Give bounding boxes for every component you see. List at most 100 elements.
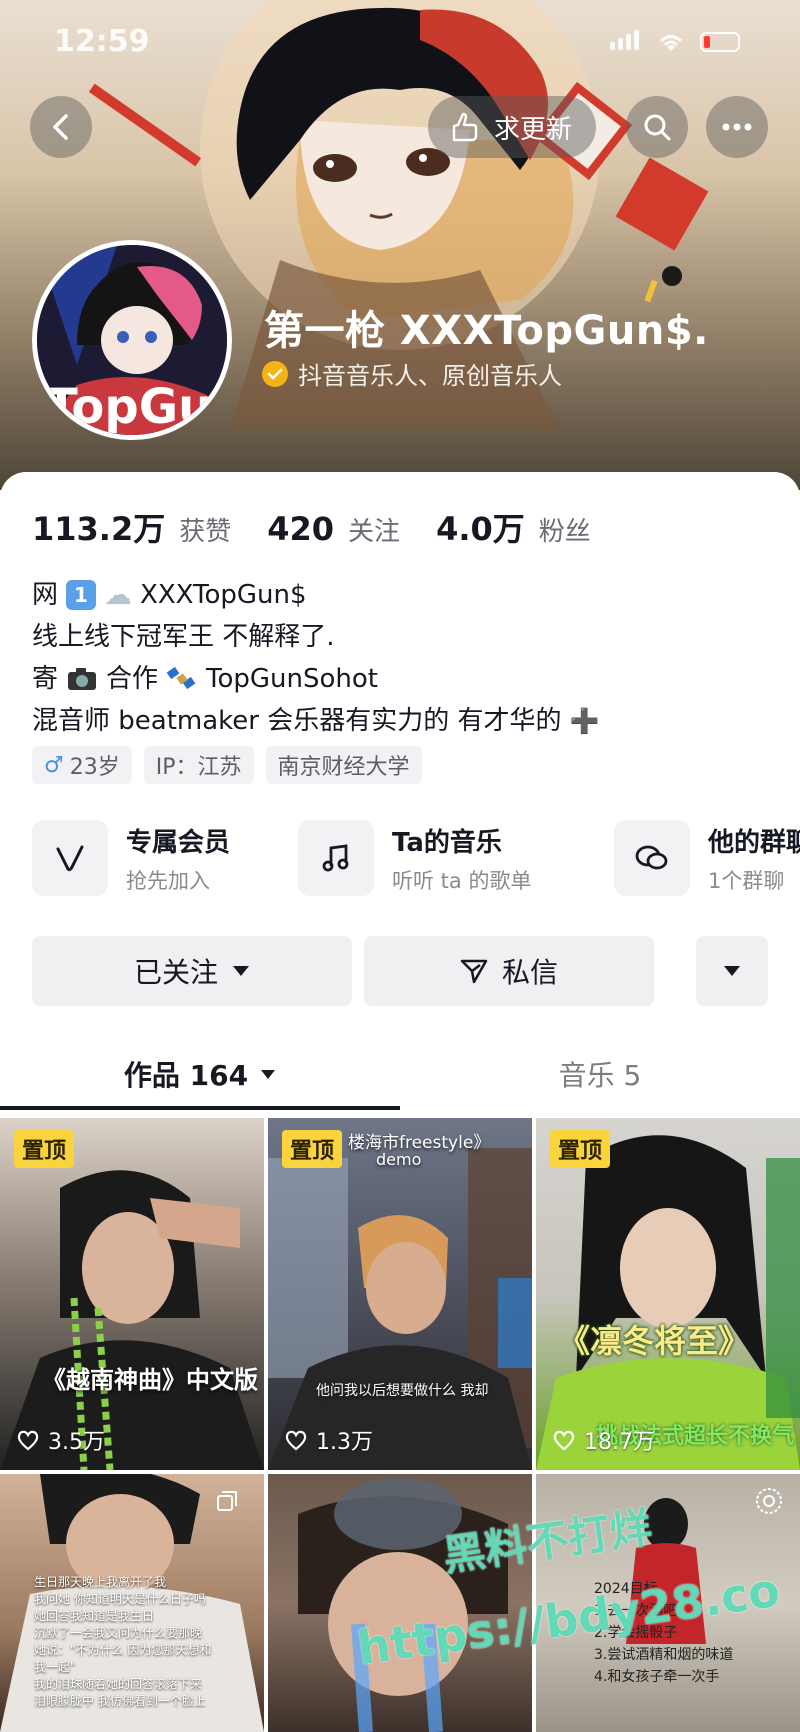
like-count-text: 1.3万: [316, 1430, 373, 1455]
followers-count[interactable]: 4.0万: [436, 504, 525, 550]
feature-group-chat[interactable]: 他的群聊 1个群聊: [614, 820, 800, 896]
status-bar: 12:59: [0, 0, 800, 86]
video-text-line: 4.和女孩子牵一次手: [594, 1669, 720, 1685]
video-text-line: 她说："不为什么 因为您那天想和: [34, 1643, 212, 1657]
wifi-icon: [659, 35, 683, 51]
avatar-image: TopGu: [37, 245, 227, 435]
video-text-block: 生日那天晚上我离开了我 我问她 你知道明天是什么日子吗 她回答我知道是我生日 沉…: [34, 1574, 211, 1710]
tab-underline: [0, 1106, 400, 1110]
feature-row: 专属会员 抢先加入 Ta的音乐 听听 ta 的歌单 他的群聊 1个群聊: [32, 820, 800, 904]
plus-icon: ➕: [569, 707, 600, 735]
pointing-hand-icon: [452, 112, 478, 142]
signal-icon: [610, 30, 642, 54]
bio: 网 1 ☁ XXXTopGun$ 线上线下冠军王 不解释了. 寄 合作 TopG…: [32, 574, 599, 742]
video-thumbnail[interactable]: 置顶 《凛冬将至》 挑战法式超长不换气 18.7万: [536, 1118, 800, 1470]
avatar[interactable]: TopGu: [32, 240, 232, 440]
satellite-icon: [166, 666, 196, 690]
chat-bubbles-icon: [614, 820, 690, 896]
music-note-icon: [298, 820, 374, 896]
like-count-text: 3.5万: [48, 1430, 105, 1455]
back-button[interactable]: [30, 96, 92, 158]
feature-member-subtitle: 抢先加入: [126, 868, 210, 893]
bio-line-2: 线上线下冠军王 不解释了.: [32, 622, 335, 652]
profile-tags: ♂ 23岁 IP：江苏 南京财经大学: [32, 746, 422, 784]
pinned-badge: 置顶: [550, 1130, 611, 1168]
message-button[interactable]: 私信: [364, 936, 654, 1006]
bio-send-text: 寄: [32, 664, 59, 694]
search-icon: [644, 114, 671, 141]
pinned-badge: 置顶: [14, 1130, 75, 1168]
stats-row: 113.2万 获赞 420 关注 4.0万 粉丝: [32, 504, 613, 550]
bio-skills: 混音师 beatmaker 会乐器有实力的 有才华的: [32, 706, 562, 736]
request-update-label: 求更新: [494, 114, 573, 145]
request-update-button[interactable]: 求更新: [428, 96, 597, 158]
video-caption: 《越南神曲》中文版: [42, 1366, 258, 1394]
bio-line-1: 网 1 ☁ XXXTopGun$: [32, 574, 599, 616]
feature-group-title: 他的群聊: [708, 827, 800, 858]
heart-icon: [285, 1430, 307, 1451]
feature-member-title: 专属会员: [126, 827, 231, 858]
video-frame: [0, 1170, 264, 1470]
ip-tag: IP：江苏: [143, 746, 254, 784]
search-button[interactable]: [626, 96, 688, 158]
video-thumbnail[interactable]: 置顶 《越南神曲》中文版 3.5万: [0, 1118, 264, 1470]
likes-label[interactable]: 获赞: [179, 511, 231, 548]
caret-down-icon: [724, 966, 740, 976]
profile-page: 12:59 求更新 TopGu 第一枪 XXXTopGun$. 抖音音乐人、原创…: [0, 0, 800, 1732]
chevron-left-icon: [53, 114, 68, 140]
verified-badge-icon: [262, 360, 288, 387]
video-thumbnail[interactable]: 生日那天晚上我离开了我 我问她 你知道明天是什么日子吗 她回答我知道是我生日 沉…: [0, 1474, 264, 1732]
battery-icon: [700, 32, 740, 52]
video-frame: [268, 1148, 532, 1470]
video-text-line: 我问她 你知道明天是什么日子吗: [34, 1592, 206, 1606]
followed-button[interactable]: 已关注: [32, 936, 352, 1006]
bio-collab-text: 合作: [106, 664, 159, 694]
status-time: 12:59: [54, 24, 150, 59]
more-actions-button[interactable]: [696, 936, 768, 1006]
bio-line-4: 混音师 beatmaker 会乐器有实力的 有才华的 ➕: [32, 700, 599, 742]
age-tag: ♂ 23岁: [32, 746, 132, 784]
like-count: 3.5万: [16, 1424, 105, 1456]
male-icon: ♂: [44, 752, 64, 778]
verified-text: 抖音音乐人、原创音乐人: [298, 362, 562, 390]
following-count[interactable]: 420: [267, 510, 334, 548]
followed-label: 已关注: [133, 956, 218, 989]
bio-handle: XXXTopGun$: [140, 580, 307, 610]
keycap-one-icon: 1: [66, 580, 97, 610]
video-subtitle: 他问我以后想要做什么 我却: [316, 1383, 489, 1399]
age-text: 23岁: [69, 755, 120, 780]
video-text-line: 泪眼朦胧中 我仿佛看到一个脸上: [34, 1694, 206, 1708]
more-dots-icon: [722, 123, 752, 131]
profile-banner: 12:59 求更新 TopGu 第一枪 XXXTopGun$. 抖音音乐人、原创…: [0, 0, 800, 490]
message-label: 私信: [501, 956, 558, 989]
live-photo-icon: [756, 1488, 782, 1514]
pinned-badge: 置顶: [282, 1130, 343, 1168]
video-text-line: 她回答我知道是我生日: [34, 1609, 155, 1623]
bio-line-3: 寄 合作 TopGunSohot: [32, 658, 599, 700]
tab-music-label: 音乐 5: [558, 1059, 642, 1092]
feature-music[interactable]: Ta的音乐 听听 ta 的歌单: [298, 820, 531, 896]
heart-icon: [553, 1430, 575, 1451]
tab-music[interactable]: 音乐 5: [400, 1038, 800, 1110]
feature-group-subtitle: 1个群聊: [708, 868, 785, 893]
bio-collab-handle: TopGunSohot: [206, 664, 379, 694]
tab-works[interactable]: 作品 164: [0, 1038, 400, 1110]
likes-count: 113.2万: [32, 510, 166, 548]
video-text-line: 3.尝试酒精和烟的味道: [594, 1647, 734, 1663]
more-button[interactable]: [706, 96, 768, 158]
username: 第一枪 XXXTopGun$.: [264, 308, 709, 354]
school-tag[interactable]: 南京财经大学: [265, 746, 422, 784]
feature-member[interactable]: 专属会员 抢先加入: [32, 820, 230, 896]
followers-label[interactable]: 粉丝: [539, 511, 591, 548]
bio-prefix: 网: [32, 580, 59, 610]
video-thumbnail[interactable]: 置顶 楼海市freestyle》 demo 他问我以后想要做什么 我却 1.3万: [268, 1118, 532, 1470]
multi-image-icon: [217, 1491, 237, 1511]
tab-works-label: 作品 164: [123, 1059, 249, 1092]
content-tabs: 作品 164 音乐 5: [0, 1038, 800, 1110]
video-text-line: 沉默了一会我又问为什么要那晚: [34, 1626, 203, 1640]
feature-music-subtitle: 听听 ta 的歌单: [392, 868, 532, 893]
following-label[interactable]: 关注: [348, 511, 400, 548]
like-count-text: 18.7万: [584, 1430, 655, 1455]
cloud-icon: ☁: [104, 578, 133, 611]
heart-icon: [17, 1430, 39, 1451]
